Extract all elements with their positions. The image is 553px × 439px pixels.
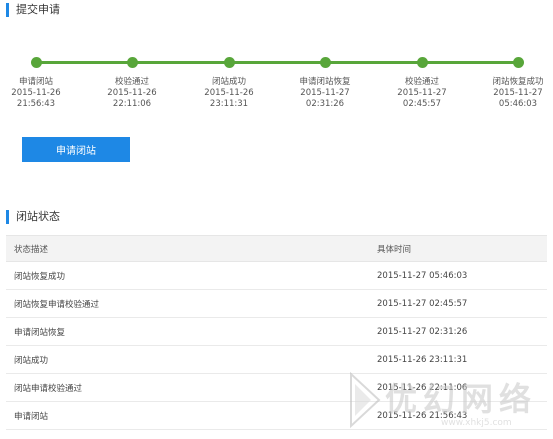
step-date: 2015-11-26 — [107, 88, 157, 98]
step-time: 21:56:43 — [16, 99, 56, 109]
progress-timeline: 申请闭站 2015-11-26 21:56:43 校验通过 2015-11-26… — [0, 52, 553, 122]
timeline-dot — [30, 57, 42, 68]
step-label: 申请闭站 — [18, 77, 53, 87]
status-time: 2015-11-26 22:11:06 — [369, 373, 547, 402]
table-row: 申请闭站 2015-11-26 21:56:43 — [6, 401, 547, 430]
step-time: 02:31:26 — [305, 99, 345, 109]
status-description: 闭站恢复成功 — [6, 261, 369, 290]
table-row: 闭站申请校验通过 2015-11-26 22:11:06 — [6, 373, 547, 402]
column-header-time: 具体时间 — [369, 235, 547, 262]
status-time: 2015-11-27 02:45:57 — [369, 289, 547, 318]
table-row: 闭站恢复申请校验通过 2015-11-27 02:45:57 — [6, 289, 547, 318]
status-time: 2015-11-26 21:56:43 — [369, 401, 547, 430]
status-description: 闭站成功 — [6, 345, 369, 374]
timeline-step-4: 申请闭站恢复 2015-11-27 02:31:26 — [285, 52, 365, 110]
step-time: 02:45:57 — [402, 99, 442, 109]
step-label: 申请闭站恢复 — [299, 77, 351, 87]
step-date: 2015-11-27 — [493, 88, 543, 98]
submit-section-title: 提交申请 — [6, 3, 60, 17]
step-date: 2015-11-27 — [397, 88, 447, 98]
timeline-dot — [126, 57, 138, 68]
status-time: 2015-11-27 02:31:26 — [369, 317, 547, 346]
timeline-dot — [223, 57, 235, 68]
table-row: 闭站恢复成功 2015-11-27 05:46:03 — [6, 261, 547, 290]
table-row: 申请闭站恢复 2015-11-27 02:31:26 — [6, 317, 547, 346]
step-date: 2015-11-26 — [11, 88, 61, 98]
timeline-dot — [416, 57, 428, 68]
timeline-step-5: 校验通过 2015-11-27 02:45:57 — [382, 52, 462, 110]
step-date: 2015-11-27 — [300, 88, 350, 98]
step-time: 22:11:06 — [112, 99, 152, 109]
step-date: 2015-11-26 — [204, 88, 254, 98]
step-label: 闭站成功 — [211, 77, 246, 87]
timeline-dot — [512, 57, 524, 68]
step-time: 05:46:03 — [498, 99, 538, 109]
status-time: 2015-11-27 05:46:03 — [369, 261, 547, 290]
step-label: 校验通过 — [404, 77, 439, 87]
table-row: 闭站成功 2015-11-26 23:11:31 — [6, 345, 547, 374]
status-table: 状态描述 具体时间 闭站恢复成功 2015-11-27 05:46:03 闭站恢… — [6, 235, 547, 430]
timeline-step-6: 闭站恢复成功 2015-11-27 05:46:03 — [478, 52, 553, 110]
status-description: 闭站申请校验通过 — [6, 373, 369, 402]
step-time: 23:11:31 — [209, 99, 249, 109]
timeline-step-1: 申请闭站 2015-11-26 21:56:43 — [0, 52, 76, 110]
status-description: 申请闭站恢复 — [6, 317, 369, 346]
step-label: 闭站恢复成功 — [492, 77, 544, 87]
column-header-description: 状态描述 — [6, 235, 369, 262]
status-time: 2015-11-26 23:11:31 — [369, 345, 547, 374]
apply-close-site-button[interactable]: 申请闭站 — [22, 137, 130, 162]
status-section-title: 闭站状态 — [6, 210, 60, 224]
status-description: 闭站恢复申请校验通过 — [6, 289, 369, 318]
timeline-step-3: 闭站成功 2015-11-26 23:11:31 — [189, 52, 269, 110]
status-description: 申请闭站 — [6, 401, 369, 430]
table-header-row: 状态描述 具体时间 — [6, 235, 547, 262]
timeline-dot — [319, 57, 331, 68]
step-label: 校验通过 — [114, 77, 149, 87]
timeline-step-2: 校验通过 2015-11-26 22:11:06 — [92, 52, 172, 110]
